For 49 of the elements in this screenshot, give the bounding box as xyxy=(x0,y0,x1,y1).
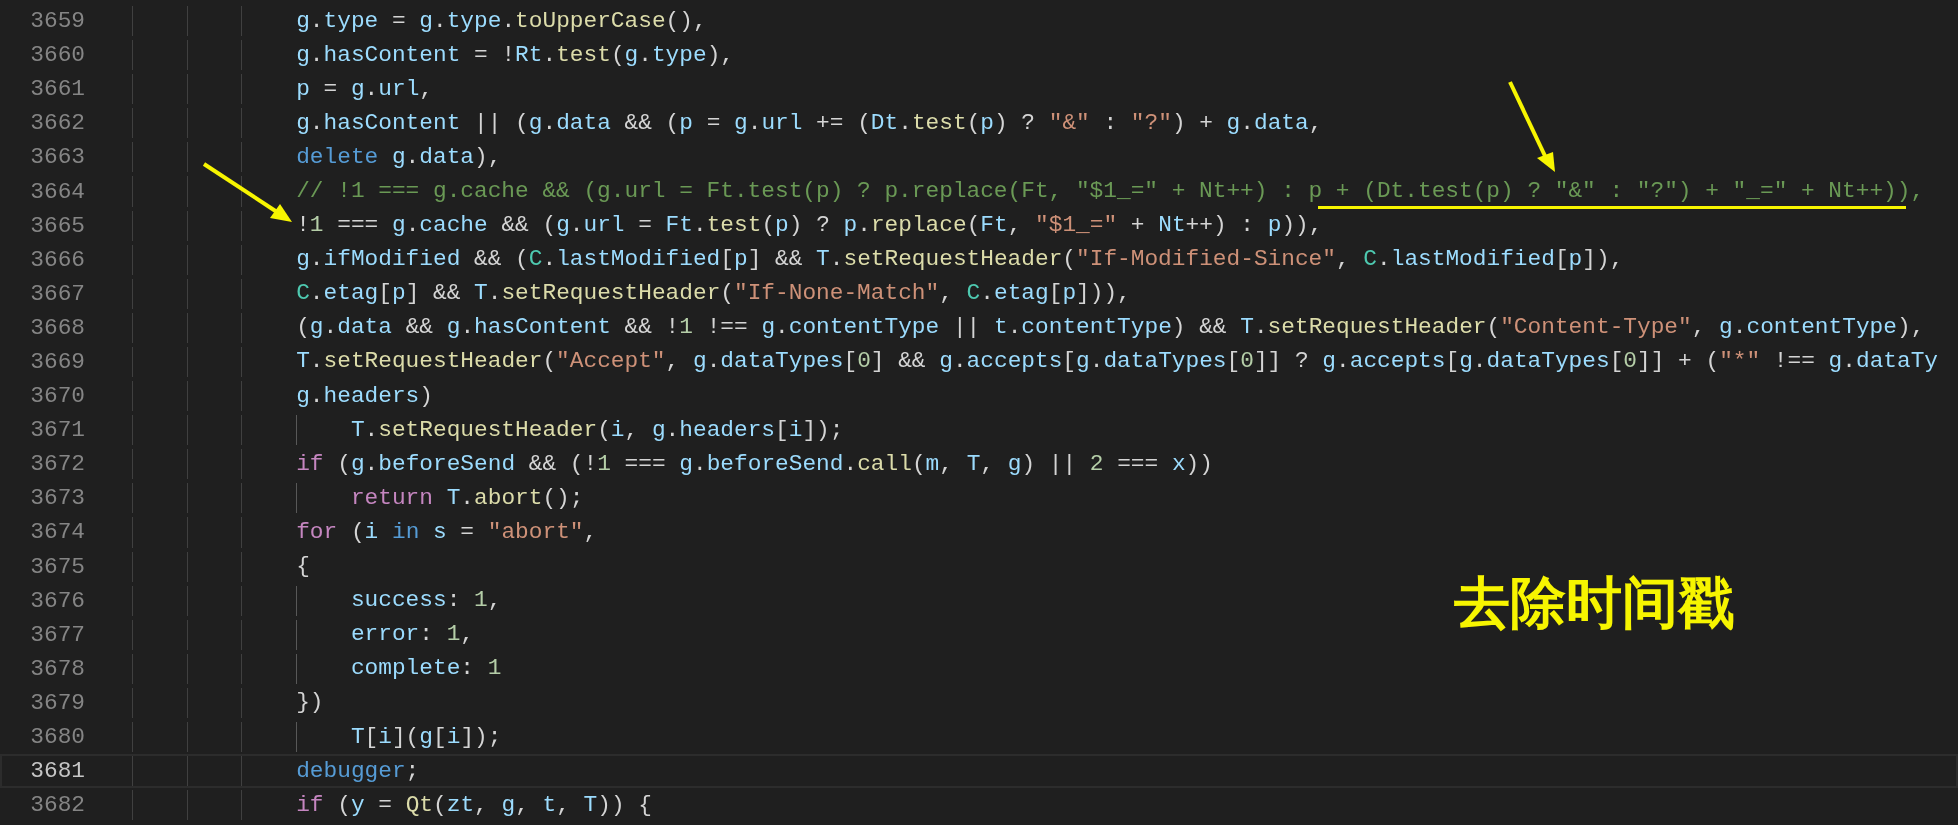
code-line: g.hasContent = !Rt.test(g.type), xyxy=(296,42,735,68)
code-line: { xyxy=(296,554,310,580)
code-line: // !1 === g.cache && (g.url = Ft.test(p) ? p.replace(Ft, "$1_=" + Nt++) : p + (Dt.test(p) ? "&" : "?") + "_=" + Nt++)), xyxy=(296,179,1925,204)
code-line: (g.data && g.hasContent && !1 !== g.contentType || t.contentType) && T.setRequestHeader("Content-Type", g.contentType), xyxy=(296,315,1925,341)
line-number: 3679 xyxy=(29,688,85,718)
line-number: 3676 xyxy=(29,586,85,616)
code-line: success: 1, xyxy=(350,588,502,614)
line-number: 3677 xyxy=(29,620,85,650)
line-number: 3659 xyxy=(29,7,85,37)
annotation-label: 去除时间戳 xyxy=(1454,572,1734,634)
line-number: 3667 xyxy=(29,279,85,309)
line-number: 3670 xyxy=(29,382,85,412)
line-number: 3680 xyxy=(29,723,85,752)
line-number: 3664 xyxy=(29,177,85,207)
code-line: g.ifModified && (C.lastModified[p] && T.setRequestHeader("If-Modified-Since", C.lastModified[p]), xyxy=(296,247,1624,273)
line-number: 3673 xyxy=(29,484,85,514)
line-number: 3678 xyxy=(29,654,85,684)
code-line: if (y = Qt(zt, g, t, T)) { xyxy=(296,792,652,818)
line-number: 3666 xyxy=(29,245,85,275)
line-number: 3668 xyxy=(29,313,85,343)
code-line: T.setRequestHeader("Accept", g.dataTypes[0] && g.accepts[g.dataTypes[0]] ? g.accepts[g.dataTypes[0]] + ("*" !== g.dataTy xyxy=(296,349,1939,375)
code-line: g.headers) xyxy=(296,383,433,409)
code-line: debugger; xyxy=(296,758,420,784)
line-number: 3682 xyxy=(29,791,85,821)
code-line: g.hasContent || (g.data && (p = g.url += (Dt.test(p) ? "&" : "?") + g.data, xyxy=(296,110,1323,136)
line-number: 3681 xyxy=(29,757,85,787)
line-number: 3661 xyxy=(29,75,85,105)
code-line: C.etag[p] && T.setRequestHeader("If-None-Match", C.etag[p])), xyxy=(296,281,1131,307)
code-line: complete: 1 xyxy=(350,656,502,682)
line-number: 3660 xyxy=(29,41,85,71)
line-number: 3672 xyxy=(29,450,85,480)
line-number: 3665 xyxy=(29,211,85,241)
code-line: !1 === g.cache && (g.url = Ft.test(p) ? p.replace(Ft, "$1_=" + Nt++) : p)), xyxy=(296,213,1323,239)
code-line: }) xyxy=(296,690,324,716)
code-line: g.type = g.type.toUpperCase(), xyxy=(296,8,707,34)
code-line: return T.abort(); xyxy=(350,485,584,511)
line-number: 3662 xyxy=(29,109,85,139)
code-line: p = g.url, xyxy=(296,76,433,102)
code-line: T[i](g[i]); xyxy=(350,724,502,750)
line-number: 3669 xyxy=(29,348,85,377)
line-number: 3663 xyxy=(29,143,85,173)
code-line: error: 1, xyxy=(350,622,475,648)
code-line: delete g.data), xyxy=(296,144,502,170)
code-line: if (g.beforeSend && (!1 === g.beforeSend.call(m, T, g) || 2 === x)) xyxy=(296,451,1213,477)
line-number: 3674 xyxy=(29,518,85,548)
code-line: for (i in s = "abort", xyxy=(296,519,598,545)
code-line: T.setRequestHeader(i, g.headers[i]); xyxy=(350,417,844,443)
line-number: 3675 xyxy=(29,552,85,582)
line-number: 3671 xyxy=(29,416,85,446)
